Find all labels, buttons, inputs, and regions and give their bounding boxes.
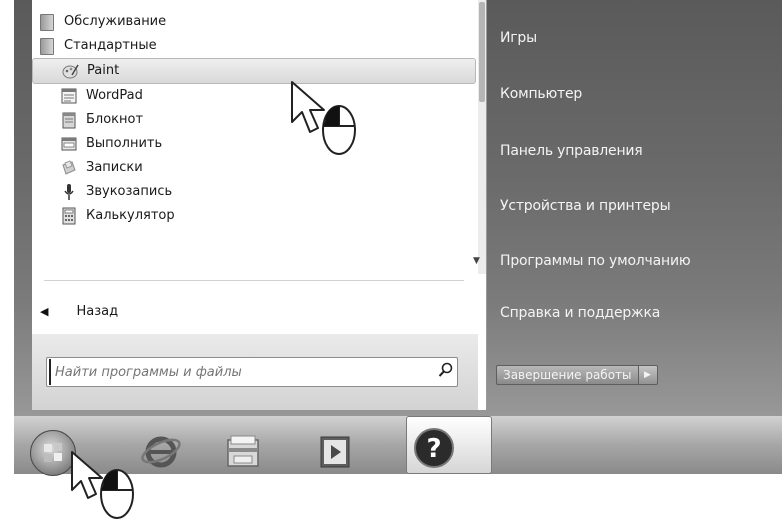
program-item-run[interactable]: Выполнить: [32, 132, 478, 156]
program-label: Блокнот: [86, 112, 144, 127]
program-label: Калькулятор: [86, 208, 175, 223]
right-item-devices-printers[interactable]: Устройства и принтеры: [500, 198, 671, 214]
program-label: Обслуживание: [64, 14, 167, 29]
program-item-notepad[interactable]: Блокнот: [32, 108, 478, 132]
back-label: Назад: [76, 304, 119, 319]
paint-icon: [61, 62, 79, 80]
help-icon[interactable]: ?: [410, 424, 458, 476]
media-player-icon[interactable]: [318, 434, 352, 474]
program-label: WordPad: [86, 88, 143, 103]
program-item-sound-recorder[interactable]: Звукозапись: [32, 180, 478, 204]
program-label: Стандартные: [64, 38, 157, 53]
internet-explorer-icon[interactable]: [140, 430, 182, 476]
divider: [44, 280, 464, 281]
program-panel: Обслуживание Стандартные Paint WordPad Б…: [32, 0, 487, 410]
program-item-wordpad[interactable]: WordPad: [32, 84, 478, 108]
search-area: [32, 334, 478, 410]
search-input[interactable]: [49, 359, 435, 385]
program-label: Выполнить: [86, 136, 163, 151]
file-explorer-icon[interactable]: [222, 432, 264, 476]
sticky-notes-icon: [60, 159, 78, 177]
taskbar: [14, 416, 782, 474]
right-item-computer[interactable]: Компьютер: [500, 86, 582, 102]
shutdown-options-arrow-icon[interactable]: ▶: [638, 365, 658, 385]
program-label: Paint: [87, 63, 120, 78]
calculator-icon: [60, 207, 78, 225]
scroll-down-arrow-icon[interactable]: ▼: [473, 256, 480, 266]
shutdown-button[interactable]: Завершение работы: [496, 365, 639, 385]
right-item-control-panel[interactable]: Панель управления: [500, 143, 643, 159]
shutdown-control: Завершение работы ▶: [496, 365, 658, 385]
run-icon: [60, 135, 78, 153]
scrollbar-thumb[interactable]: [479, 2, 485, 102]
program-folder-accessories[interactable]: Стандартные: [32, 34, 478, 58]
program-label: Записки: [86, 160, 143, 175]
program-item-paint[interactable]: Paint: [32, 58, 476, 84]
program-list: Обслуживание Стандартные Paint WordPad Б…: [32, 10, 478, 228]
search-box[interactable]: [46, 357, 458, 387]
right-item-default-programs[interactable]: Программы по умолчанию: [500, 253, 691, 269]
svg-text:?: ?: [426, 434, 441, 464]
right-item-games[interactable]: Игры: [500, 30, 537, 46]
program-item-calculator[interactable]: Калькулятор: [32, 204, 478, 228]
right-item-help-support[interactable]: Справка и поддержка: [500, 305, 660, 321]
program-list-scrollbar[interactable]: [478, 0, 486, 274]
program-label: Звукозапись: [86, 184, 173, 199]
magnifier-icon[interactable]: [435, 362, 457, 382]
folder-icon: [38, 13, 56, 31]
program-folder-maintenance[interactable]: Обслуживание: [32, 10, 478, 34]
folder-icon: [38, 37, 56, 55]
back-button[interactable]: ◀ Назад: [40, 301, 118, 323]
wordpad-icon: [60, 87, 78, 105]
program-item-sticky-notes[interactable]: Записки: [32, 156, 478, 180]
notepad-icon: [60, 111, 78, 129]
start-orb-icon[interactable]: [30, 430, 76, 476]
microphone-icon: [60, 183, 78, 201]
back-arrow-icon: ◀: [40, 305, 49, 318]
